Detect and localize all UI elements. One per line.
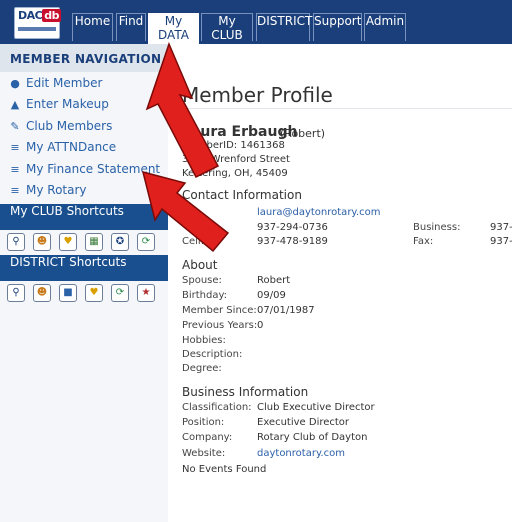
district-shortcut-folder-icon[interactable]: ■ xyxy=(59,284,77,302)
district-shortcuts-header: DISTRICT Shortcuts xyxy=(0,255,168,281)
sidebar-item-label: Edit Member xyxy=(26,76,103,90)
classification-value: Club Executive Director xyxy=(257,402,375,413)
spouse-label: Spouse: xyxy=(182,275,222,286)
dacdb-logo[interactable]: DAC db xyxy=(14,7,61,39)
email-link[interactable]: laura@daytonrotary.com xyxy=(257,207,380,218)
club-shortcut-people-icon[interactable]: ☻ xyxy=(33,233,51,251)
business-phone-label: Business: xyxy=(413,222,461,233)
fax-phone: 937-3 xyxy=(490,236,512,247)
club-shortcut-calendar-icon[interactable]: ▦ xyxy=(85,233,103,251)
tab-district[interactable]: DISTRICT xyxy=(256,13,312,41)
spouse-value: Robert xyxy=(257,275,291,286)
tab-my-club[interactable]: My CLUB xyxy=(201,13,253,42)
club-shortcut-group-icon[interactable]: ♥ xyxy=(59,233,77,251)
tab-support[interactable]: Support xyxy=(313,13,362,41)
sidebar-item-enter-makeup[interactable]: ▲ Enter Makeup xyxy=(8,97,109,117)
previous-years-label: Previous Years: xyxy=(182,320,258,331)
sidebar-item-label: My Finance Statement xyxy=(26,162,161,176)
member-since-value: 07/01/1987 xyxy=(257,305,315,316)
position-label: Position: xyxy=(182,417,225,428)
tab-my-data[interactable]: My DATA xyxy=(148,13,199,44)
description-label: Description: xyxy=(182,349,243,360)
top-nav-bar: DAC db Home Find My DATA My CLUB DISTRICT… xyxy=(0,0,512,44)
club-shortcut-runner-icon[interactable]: ✪ xyxy=(111,233,129,251)
district-shortcut-refresh-icon[interactable]: ⟳ xyxy=(111,284,129,302)
home-phone: 937-294-0736 xyxy=(257,222,328,233)
tab-find[interactable]: Find xyxy=(116,13,146,41)
address-line-1: 3200 Wrenford Street xyxy=(182,154,290,165)
cell-phone-label: Cell: xyxy=(182,236,205,247)
sidebar-item-club-members[interactable]: ✎ Club Members xyxy=(8,119,112,139)
degree-label: Degree: xyxy=(182,363,222,374)
sidebar-item-label: My Rotary xyxy=(26,183,87,197)
birthday-label: Birthday: xyxy=(182,290,228,301)
about-heading: About xyxy=(182,258,218,272)
club-shortcut-search-icon[interactable]: ⚲ xyxy=(7,233,25,251)
no-events-text: No Events Found xyxy=(182,464,267,475)
website-label: Website: xyxy=(182,448,226,459)
member-profile-panel: Member Profile Laura Erbaugh (Robert) Me… xyxy=(168,44,512,522)
classification-label: Classification: xyxy=(182,402,252,413)
list-icon: ≡ xyxy=(10,184,20,197)
sidebar-item-label: My ATTNDance xyxy=(26,140,117,154)
title-divider xyxy=(168,108,512,109)
district-shortcut-search-icon[interactable]: ⚲ xyxy=(7,284,25,302)
list-icon: ≡ xyxy=(10,141,20,154)
sidebar-item-my-finance-statement[interactable]: ≡ My Finance Statement xyxy=(8,162,160,182)
company-value: Rotary Club of Dayton xyxy=(257,432,368,443)
contact-heading: Contact Information xyxy=(182,188,302,202)
member-since-label: Member Since: xyxy=(182,305,257,316)
list-icon: ≡ xyxy=(10,163,20,176)
club-shortcut-refresh-icon[interactable]: ⟳ xyxy=(137,233,155,251)
club-shortcuts-header: My CLUB Shortcuts xyxy=(0,204,168,230)
user-edit-icon: ● xyxy=(10,77,20,90)
hobbies-label: Hobbies: xyxy=(182,335,226,346)
position-value: Executive Director xyxy=(257,417,350,428)
logo-text: DAC db xyxy=(18,9,61,22)
district-shortcut-people-icon[interactable]: ☻ xyxy=(33,284,51,302)
member-nickname: (Robert) xyxy=(280,127,326,140)
edit-icon: ✎ xyxy=(10,120,20,133)
birthday-value: 09/09 xyxy=(257,290,286,301)
logo-stripe xyxy=(18,27,56,31)
tab-home[interactable]: Home xyxy=(72,13,113,41)
address-line-2: Kettering, OH, 45409 xyxy=(182,168,288,179)
business-info-heading: Business Information xyxy=(182,385,309,399)
company-label: Company: xyxy=(182,432,233,443)
sidebar-item-my-attndance[interactable]: ≡ My ATTNDance xyxy=(8,140,116,160)
member-navigation-header: MEMBER NAVIGATION xyxy=(0,44,168,72)
previous-years-value: 0 xyxy=(257,320,264,331)
sidebar-item-label: Enter Makeup xyxy=(26,97,109,111)
district-shortcut-group-icon[interactable]: ♥ xyxy=(85,284,103,302)
member-id: MemberID: 1461368 xyxy=(182,140,285,151)
tab-admin[interactable]: Admin xyxy=(364,13,406,41)
district-shortcut-cart-icon[interactable]: ★ xyxy=(137,284,155,302)
business-phone: 937-2 xyxy=(490,222,512,233)
sidebar-item-my-rotary[interactable]: ≡ My Rotary xyxy=(8,183,87,203)
sidebar: MEMBER NAVIGATION ● Edit Member ▲ Enter Ma… xyxy=(0,44,168,522)
sidebar-item-label: Club Members xyxy=(26,119,113,133)
page-title: Member Profile xyxy=(182,83,333,107)
cell-phone: 937-478-9189 xyxy=(257,236,328,247)
website-link[interactable]: daytonrotary.com xyxy=(257,448,345,459)
sidebar-item-edit-member[interactable]: ● Edit Member xyxy=(8,76,102,96)
fax-label: Fax: xyxy=(413,236,434,247)
building-icon: ▲ xyxy=(10,98,20,111)
